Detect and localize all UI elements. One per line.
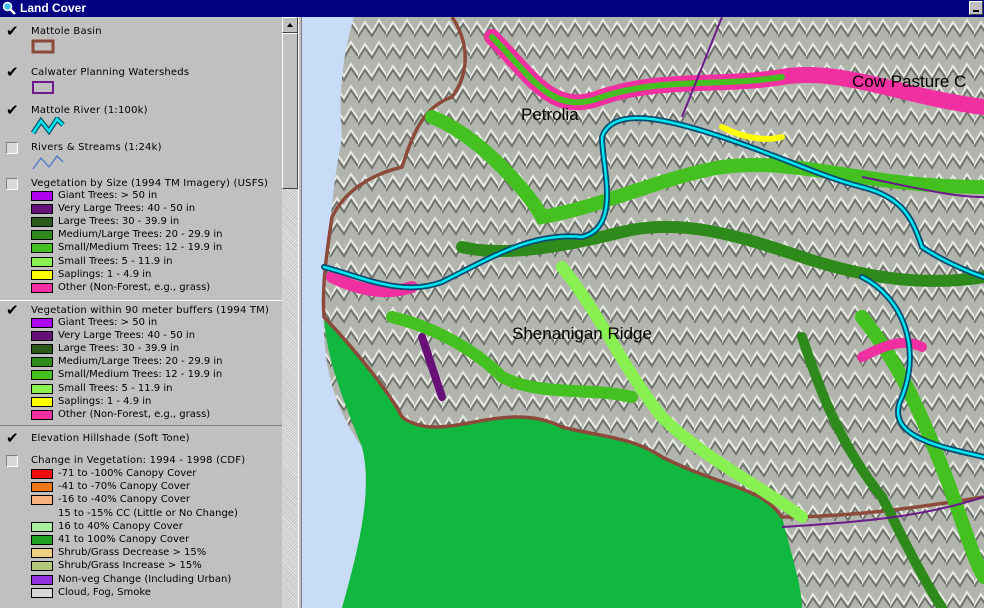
legend-class-label: -71 to -100% Canopy Cover: [58, 468, 197, 479]
legend-swatch: [31, 256, 53, 267]
map-view[interactable]: Petrolia Cow Pasture C Shenanigan Ridge: [302, 17, 984, 608]
legend-class-label: Small/Medium Trees: 12 - 19.9 in: [58, 242, 223, 254]
theme-label: Vegetation by Size (1994 TM Imagery) (US…: [31, 178, 269, 189]
legend-class-label: Shrub/Grass Increase > 15%: [58, 560, 202, 572]
legend-swatch: [31, 574, 53, 585]
legend-swatch: [31, 243, 53, 254]
legend-class-label: Small/Medium Trees: 12 - 19.9 in: [58, 369, 223, 381]
legend-class-label: Small Trees: 5 - 11.9 in: [58, 382, 173, 394]
legend-class-label: 41 to 100% Canopy Cover: [58, 534, 190, 545]
scroll-thumb[interactable]: [282, 33, 298, 189]
legend-swatch: [31, 370, 53, 381]
legend-swatch: [31, 191, 53, 201]
magnifier-globe-icon: [2, 1, 16, 15]
legend-class-label: -41 to -70% Canopy Cover: [58, 481, 191, 493]
legend-class-label: Giant Trees: > 50 in: [58, 317, 158, 328]
legend-class-label: Cloud, Fog, Smoke: [58, 586, 151, 598]
legend-swatch: [31, 217, 53, 228]
legend-swatch: [31, 482, 53, 493]
legend-swatch: [31, 383, 53, 394]
legend-class-label: Other (Non-Forest, e.g., grass): [58, 408, 211, 420]
legend-swatch: [31, 587, 53, 598]
legend-swatch: [31, 561, 53, 572]
table-of-contents: Mattole Basin Calwater Planning Watershe…: [0, 17, 282, 608]
legend-class-label: Very Large Trees: 40 - 50 in: [58, 203, 196, 215]
legend-class-label: 16 to 40% Canopy Cover: [58, 520, 183, 532]
watershed-symbol: [31, 80, 57, 100]
legend-swatch: [31, 357, 53, 368]
label-petrolia: Petrolia: [521, 105, 579, 124]
legend-class-label: Other (Non-Forest, e.g., grass): [58, 281, 211, 293]
legend-class-label: Shrub/Grass Decrease > 15%: [58, 547, 207, 559]
legend-swatch: [31, 331, 53, 342]
legend-swatch: [31, 344, 53, 355]
legend-swatch: [31, 204, 53, 215]
checkbox-veg-buffers[interactable]: [6, 301, 19, 319]
map-canvas[interactable]: [302, 17, 984, 608]
legend-scrollbar[interactable]: [282, 17, 298, 608]
legend-swatch: [31, 495, 53, 506]
legend-class-label: 15 to -15% CC (Little or No Change): [58, 507, 238, 519]
theme-label: Change in Vegetation: 1994 - 1998 (CDF): [31, 455, 246, 466]
legend-swatch: [31, 269, 53, 280]
legend-swatch: [31, 396, 53, 407]
legend-class-label: Small Trees: 5 - 11.9 in: [58, 255, 173, 267]
minimize-button[interactable]: [969, 1, 983, 15]
theme-label: Mattole River (1:100k): [31, 105, 148, 116]
legend-swatch: [31, 521, 53, 532]
legend-class-label: -16 to -40% Canopy Cover: [58, 494, 191, 506]
legend-class-label: Non-veg Change (Including Urban): [58, 573, 232, 585]
checkbox-change[interactable]: [6, 455, 18, 467]
theme-label: Mattole Basin: [31, 26, 102, 37]
theme-label: Rivers & Streams (1:24k): [31, 142, 162, 153]
checkbox-mattole-basin[interactable]: [6, 22, 19, 40]
checkbox-calwater[interactable]: [6, 63, 19, 81]
legend-swatch: [31, 409, 53, 420]
legend-swatch: [31, 548, 53, 559]
theme-label: Calwater Planning Watersheds: [31, 67, 190, 78]
legend-swatch: [31, 535, 53, 545]
window-title: Land Cover: [20, 1, 87, 15]
basin-symbol: [31, 39, 57, 59]
river-symbol: [30, 115, 65, 141]
checkbox-mattole-river[interactable]: [6, 101, 19, 119]
checkbox-veg-size[interactable]: [6, 178, 18, 190]
legend-class-label: Saplings: 1 - 4.9 in: [58, 268, 152, 280]
legend-swatch: [31, 282, 53, 293]
legend-swatch: [31, 318, 53, 328]
label-cow-pasture: Cow Pasture C: [852, 72, 967, 91]
checkbox-rivers-streams[interactable]: [6, 142, 18, 154]
stream-symbol: [31, 154, 65, 176]
label-shenanigan-ridge: Shenanigan Ridge: [512, 324, 652, 343]
checkbox-hillshade[interactable]: [6, 429, 19, 447]
legend-class-label: Medium/Large Trees: 20 - 29.9 in: [58, 356, 223, 368]
legend-class-label: Very Large Trees: 40 - 50 in: [58, 330, 196, 342]
legend-class-label: Medium/Large Trees: 20 - 29.9 in: [58, 229, 223, 241]
scroll-up-button[interactable]: [282, 17, 298, 33]
legend-swatch: [31, 230, 53, 241]
legend-swatch: [31, 469, 53, 479]
title-bar: Land Cover: [0, 0, 984, 17]
legend-class-label: Saplings: 1 - 4.9 in: [58, 395, 152, 407]
legend-class-label: Large Trees: 30 - 39.9 in: [58, 216, 180, 228]
theme-label: Vegetation within 90 meter buffers (1994…: [31, 305, 270, 316]
legend-class-label: Large Trees: 30 - 39.9 in: [58, 343, 180, 355]
theme-label: Elevation Hillshade (Soft Tone): [31, 433, 190, 444]
legend-class-label: Giant Trees: > 50 in: [58, 190, 158, 201]
